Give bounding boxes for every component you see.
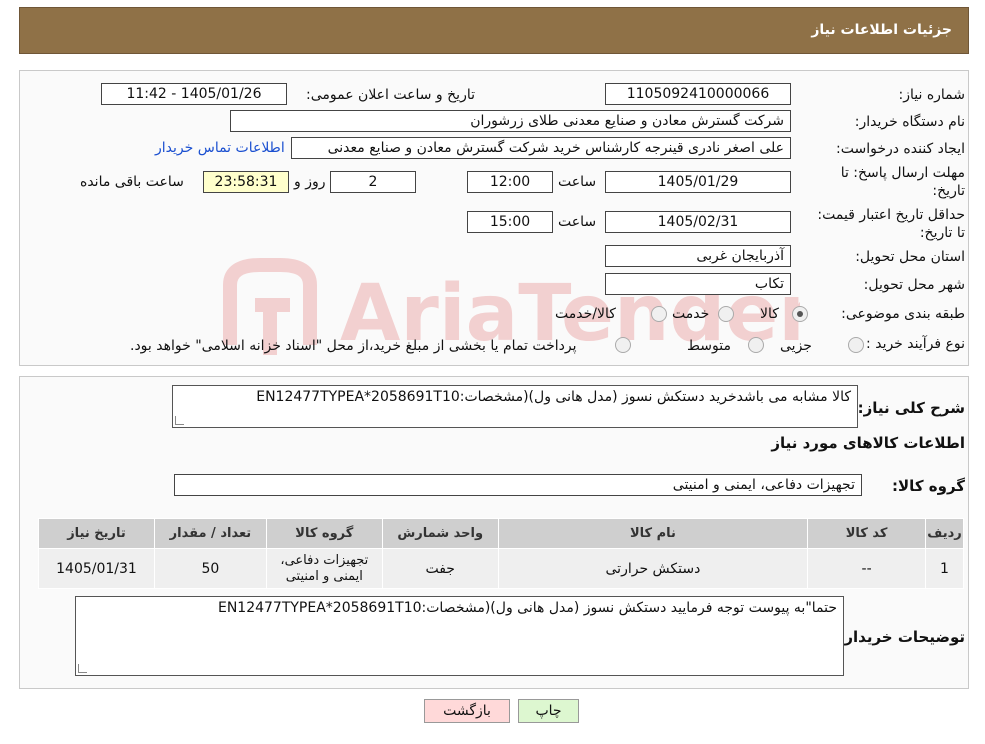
goods-table-wrap: ردیف کد کالا نام کالا واحد شمارش گروه کا… — [38, 518, 964, 589]
need-number-label: شماره نیاز: — [898, 87, 966, 103]
goods-group-field[interactable]: تجهیزات دفاعی، ایمنی و امنیتی — [174, 474, 862, 496]
province-field[interactable]: آذربایجان غربی — [605, 245, 791, 267]
col-unit: واحد شمارش — [381, 518, 499, 549]
creator-label: ایجاد کننده درخواست: — [836, 141, 965, 157]
buyer-org-field[interactable]: شرکت گسترش معادن و صنایع معدنی طلای زرشو… — [230, 110, 791, 132]
category-label: طبقه بندی موضوعی: — [841, 306, 965, 322]
table-header-row: ردیف کد کالا نام کالا واحد شمارش گروه کا… — [38, 518, 964, 549]
announce-label: تاریخ و ساعت اعلان عمومی: — [306, 87, 475, 103]
deadline-time-field[interactable]: 12:00 — [467, 171, 553, 193]
description-text: کالا مشابه می باشدخرید دستکش نسوز (مدل ه… — [256, 389, 851, 405]
cell-need-date: 1405/01/31 — [38, 548, 155, 589]
days-label: روز و — [294, 174, 326, 190]
purchase-option-medium: متوسط — [687, 338, 731, 354]
days-remaining-field[interactable]: 2 — [330, 171, 416, 193]
col-quantity: تعداد / مقدار — [154, 518, 267, 549]
province-label: استان محل تحویل: — [855, 249, 965, 265]
purchase-radio-medium[interactable] — [748, 337, 764, 353]
category-radio-service[interactable] — [718, 306, 734, 322]
creator-field[interactable]: علی اصغر نادری قینرجه کارشناس خرید شرکت … — [291, 137, 791, 159]
buyer-notes-label: توضیحات خریدار: — [838, 628, 965, 646]
category-radio-goods-service[interactable] — [651, 306, 667, 322]
print-button[interactable]: چاپ — [518, 699, 579, 723]
remaining-label: ساعت باقی مانده — [80, 174, 184, 190]
validity-date-field[interactable]: 1405/02/31 — [605, 211, 791, 233]
goods-table: ردیف کد کالا نام کالا واحد شمارش گروه کا… — [38, 518, 964, 589]
cell-quantity: 50 — [154, 548, 267, 589]
description-textarea[interactable]: کالا مشابه می باشدخرید دستکش نسوز (مدل ه… — [172, 385, 858, 428]
purchase-option-minor: جزیی — [780, 338, 812, 354]
purchase-type-label: نوع فرآیند خرید : — [866, 336, 965, 352]
city-field[interactable]: تکاب — [605, 273, 791, 295]
col-item-name: نام کالا — [497, 518, 809, 549]
description-label: شرح کلی نیاز: — [857, 399, 965, 417]
need-number-field[interactable]: 1105092410000066 — [605, 83, 791, 105]
resize-grip-icon[interactable] — [175, 416, 184, 425]
city-label: شهر محل تحویل: — [863, 277, 965, 293]
category-radio-goods[interactable] — [792, 306, 808, 322]
page-header: جزئیات اطلاعات نیاز — [19, 7, 969, 54]
category-option-service: خدمت — [672, 306, 710, 322]
buyer-org-label: نام دستگاه خریدار: — [854, 114, 965, 130]
goods-section-title: اطلاعات کالاهای مورد نیاز — [771, 434, 965, 452]
deadline-time-label: ساعت — [558, 174, 597, 190]
buyer-contact-link[interactable]: اطلاعات تماس خریدار — [155, 140, 285, 156]
cell-item-group: تجهیزات دفاعی، ایمنی و امنیتی — [265, 548, 383, 589]
category-option-goods-service: کالا/خدمت — [555, 306, 616, 322]
col-row-number: ردیف — [925, 518, 964, 549]
purchase-radio-minor[interactable] — [848, 337, 864, 353]
cell-item-name: دستکش حرارتی — [497, 548, 809, 589]
cell-item-code: -- — [807, 548, 927, 589]
page-title: جزئیات اطلاعات نیاز — [811, 22, 952, 38]
validity-label: حداقل تاریخ اعتبار قیمت: تا تاریخ: — [817, 207, 965, 241]
validity-time-field[interactable]: 15:00 — [467, 211, 553, 233]
col-need-date: تاریخ نیاز — [38, 518, 155, 549]
col-item-group: گروه کالا — [265, 518, 383, 549]
resize-grip-icon[interactable] — [78, 664, 87, 673]
col-item-code: کد کالا — [807, 518, 927, 549]
purchase-note: پرداخت تمام یا بخشی از مبلغ خرید،از محل … — [130, 338, 577, 354]
back-button[interactable]: بازگشت — [424, 699, 510, 723]
buyer-notes-textarea[interactable]: حتما"به پیوست توجه فرمایید دستکش نسوز (م… — [75, 596, 844, 676]
purchase-radio-treasury[interactable] — [615, 337, 631, 353]
goods-group-label: گروه کالا: — [892, 477, 965, 495]
remaining-time-field: 23:58:31 — [203, 171, 289, 193]
validity-time-label: ساعت — [558, 214, 597, 230]
announce-field[interactable]: 1405/01/26 - 11:42 — [101, 83, 287, 105]
cell-row-number: 1 — [925, 548, 964, 589]
table-row: 1 -- دستکش حرارتی جفت تجهیزات دفاعی، ایم… — [38, 548, 964, 589]
category-option-goods: کالا — [760, 306, 779, 322]
deadline-date-field[interactable]: 1405/01/29 — [605, 171, 791, 193]
cell-unit: جفت — [381, 548, 499, 589]
deadline-label: مهلت ارسال پاسخ: تا تاریخ: — [840, 165, 965, 199]
buyer-notes-text: حتما"به پیوست توجه فرمایید دستکش نسوز (م… — [217, 600, 837, 616]
